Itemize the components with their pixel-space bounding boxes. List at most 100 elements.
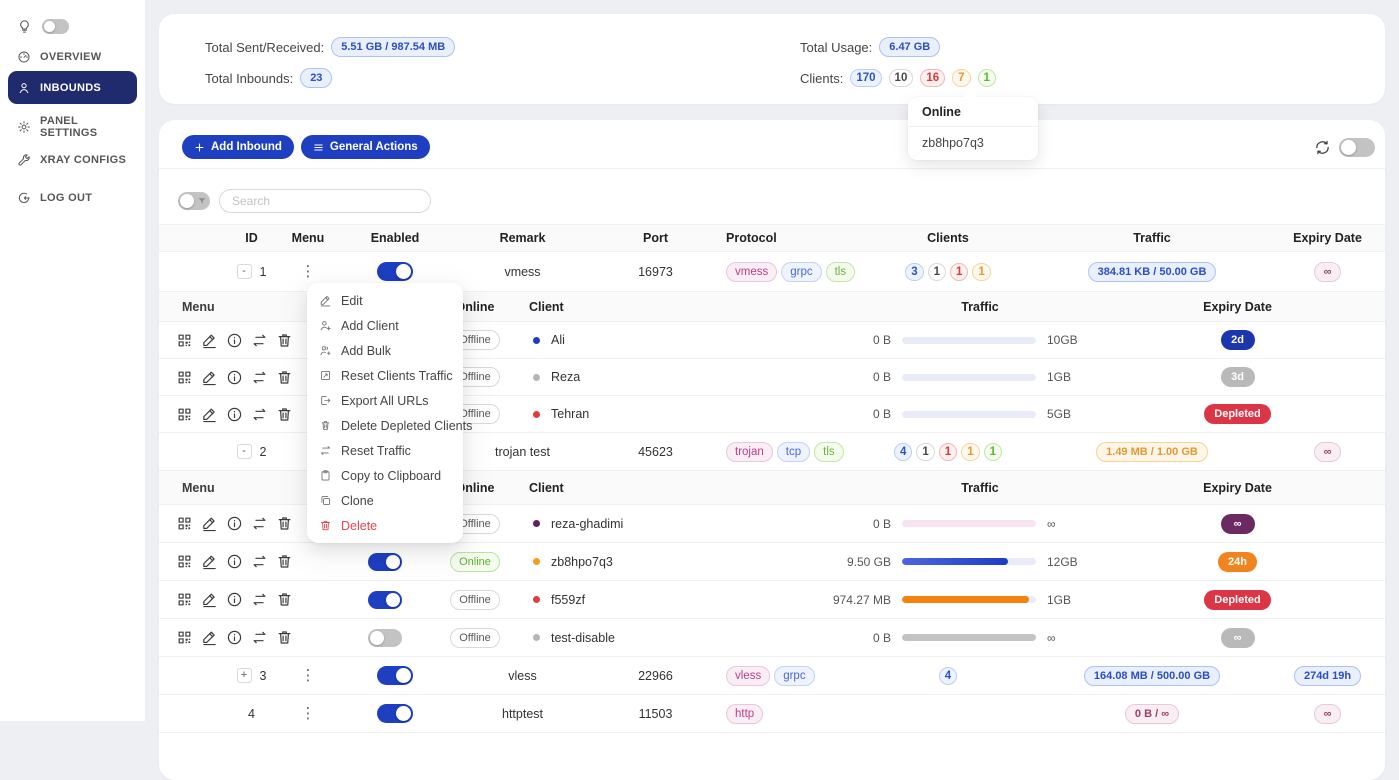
expiry-pill: ∞ [1314, 262, 1342, 282]
theme-toggle[interactable] [42, 19, 69, 34]
expand-button[interactable]: + [237, 668, 252, 683]
info-icon[interactable] [226, 332, 243, 349]
inbound-enabled-toggle[interactable] [377, 704, 413, 723]
client-count-badge[interactable]: 1 [928, 263, 946, 281]
client-count-badge[interactable]: 1 [916, 443, 934, 461]
auto-refresh-toggle[interactable] [1339, 138, 1375, 157]
add-inbound-button[interactable]: Add Inbound [182, 135, 294, 159]
search-input[interactable] [219, 189, 431, 213]
inbound-enabled-toggle[interactable] [377, 666, 413, 685]
qrcode-icon[interactable] [176, 332, 193, 349]
row-menu-icon[interactable]: ⋮ [301, 668, 316, 683]
info-icon[interactable] [226, 629, 243, 646]
general-actions-button[interactable]: General Actions [301, 135, 430, 159]
traffic-limit: ∞ [1047, 517, 1056, 531]
client-color-dot [533, 337, 540, 344]
swap-icon [319, 444, 332, 457]
traffic-bar [902, 411, 1036, 418]
clients-count-default[interactable]: 10 [889, 69, 914, 87]
edit-icon[interactable] [201, 553, 218, 570]
delete-icon[interactable] [276, 553, 293, 570]
menu-item-add-bulk[interactable]: Add Bulk [307, 338, 463, 363]
reset-traffic-icon[interactable] [251, 629, 268, 646]
info-icon[interactable] [226, 406, 243, 423]
edit-icon[interactable] [201, 332, 218, 349]
client-count-badge[interactable]: 1 [972, 263, 990, 281]
client-enabled-toggle[interactable] [368, 629, 402, 647]
refresh-icon[interactable] [1314, 139, 1331, 156]
sidebar-item-xray-configs[interactable]: XRAY CONFIGS [8, 145, 137, 175]
menu-item-add-client[interactable]: Add Client [307, 313, 463, 338]
online-client-name: zb8hpo7q3 [908, 127, 1038, 160]
reset-traffic-icon[interactable] [251, 332, 268, 349]
hamburger-icon [313, 142, 324, 153]
expiry-pill: 274d 19h [1294, 666, 1361, 686]
menu-item-export-all-urls[interactable]: Export All URLs [307, 388, 463, 413]
row-menu-icon[interactable]: ⋮ [301, 264, 316, 279]
delete-icon[interactable] [276, 369, 293, 386]
menu-item-clone[interactable]: Clone [307, 488, 463, 513]
client-enabled-toggle[interactable] [368, 553, 402, 571]
reset-traffic-icon[interactable] [251, 406, 268, 423]
qrcode-icon[interactable] [176, 591, 193, 608]
menu-item-reset-traffic[interactable]: Reset Traffic [307, 438, 463, 463]
menu-item-copy-to-clipboard[interactable]: Copy to Clipboard [307, 463, 463, 488]
toolbar-right [1314, 138, 1375, 157]
client-name: Tehran [551, 407, 589, 421]
client-name: f559zf [551, 593, 585, 607]
qrcode-icon[interactable] [176, 369, 193, 386]
edit-icon[interactable] [201, 629, 218, 646]
edit-icon[interactable] [201, 591, 218, 608]
inbound-enabled-toggle[interactable] [377, 262, 413, 281]
client-name: zb8hpo7q3 [551, 555, 613, 569]
info-icon[interactable] [226, 515, 243, 532]
clients-count-online[interactable]: 1 [978, 69, 996, 87]
client-count-badge[interactable]: 1 [939, 443, 957, 461]
sidebar-item-panel-settings[interactable]: PANEL SETTINGS [8, 112, 137, 142]
delete-icon[interactable] [276, 406, 293, 423]
qrcode-icon[interactable] [176, 406, 193, 423]
delete-icon[interactable] [276, 515, 293, 532]
client-count-badge[interactable]: 3 [905, 263, 923, 281]
delete-icon[interactable] [276, 591, 293, 608]
clients-count-depleted[interactable]: 16 [920, 69, 945, 87]
edit-icon[interactable] [201, 515, 218, 532]
qrcode-icon[interactable] [176, 629, 193, 646]
menu-item-delete-depleted-clients[interactable]: Delete Depleted Clients [307, 413, 463, 438]
clients-count-expiring[interactable]: 7 [952, 69, 970, 87]
edit-icon[interactable] [201, 406, 218, 423]
menu-item-edit[interactable]: Edit [307, 288, 463, 313]
traffic-used: 0 B [815, 517, 891, 531]
qrcode-icon[interactable] [176, 515, 193, 532]
reset-traffic-icon[interactable] [251, 515, 268, 532]
inbound-remark: vmess [460, 265, 585, 279]
traffic-limit: 5GB [1047, 407, 1071, 421]
info-icon[interactable] [226, 369, 243, 386]
info-icon[interactable] [226, 553, 243, 570]
clients-count-total[interactable]: 170 [850, 69, 881, 87]
info-icon[interactable] [226, 591, 243, 608]
sidebar-item-inbounds[interactable]: INBOUNDS [8, 71, 137, 104]
collapse-button[interactable]: - [237, 264, 252, 279]
client-count-badge[interactable]: 1 [961, 443, 979, 461]
delete-icon[interactable] [276, 332, 293, 349]
client-count-badge[interactable]: 1 [984, 443, 1002, 461]
expiry-badge: ∞ [1221, 514, 1255, 534]
client-count-badge[interactable]: 1 [950, 263, 968, 281]
collapse-button[interactable]: - [237, 444, 252, 459]
client-count-badge[interactable]: 4 [894, 443, 912, 461]
row-menu-icon[interactable]: ⋮ [301, 706, 316, 721]
reset-traffic-icon[interactable] [251, 591, 268, 608]
delete-icon[interactable] [276, 629, 293, 646]
edit-icon[interactable] [201, 369, 218, 386]
qrcode-icon[interactable] [176, 553, 193, 570]
client-enabled-toggle[interactable] [368, 591, 402, 609]
client-count-badge[interactable]: 4 [939, 667, 957, 685]
menu-item-reset-clients-traffic[interactable]: Reset Clients Traffic [307, 363, 463, 388]
reset-traffic-icon[interactable] [251, 369, 268, 386]
sidebar-item-log-out[interactable]: LOG OUT [8, 183, 137, 213]
filter-toggle[interactable] [178, 192, 210, 210]
sidebar-item-overview[interactable]: OVERVIEW [8, 42, 137, 72]
reset-traffic-icon[interactable] [251, 553, 268, 570]
menu-item-delete[interactable]: Delete [307, 513, 463, 538]
